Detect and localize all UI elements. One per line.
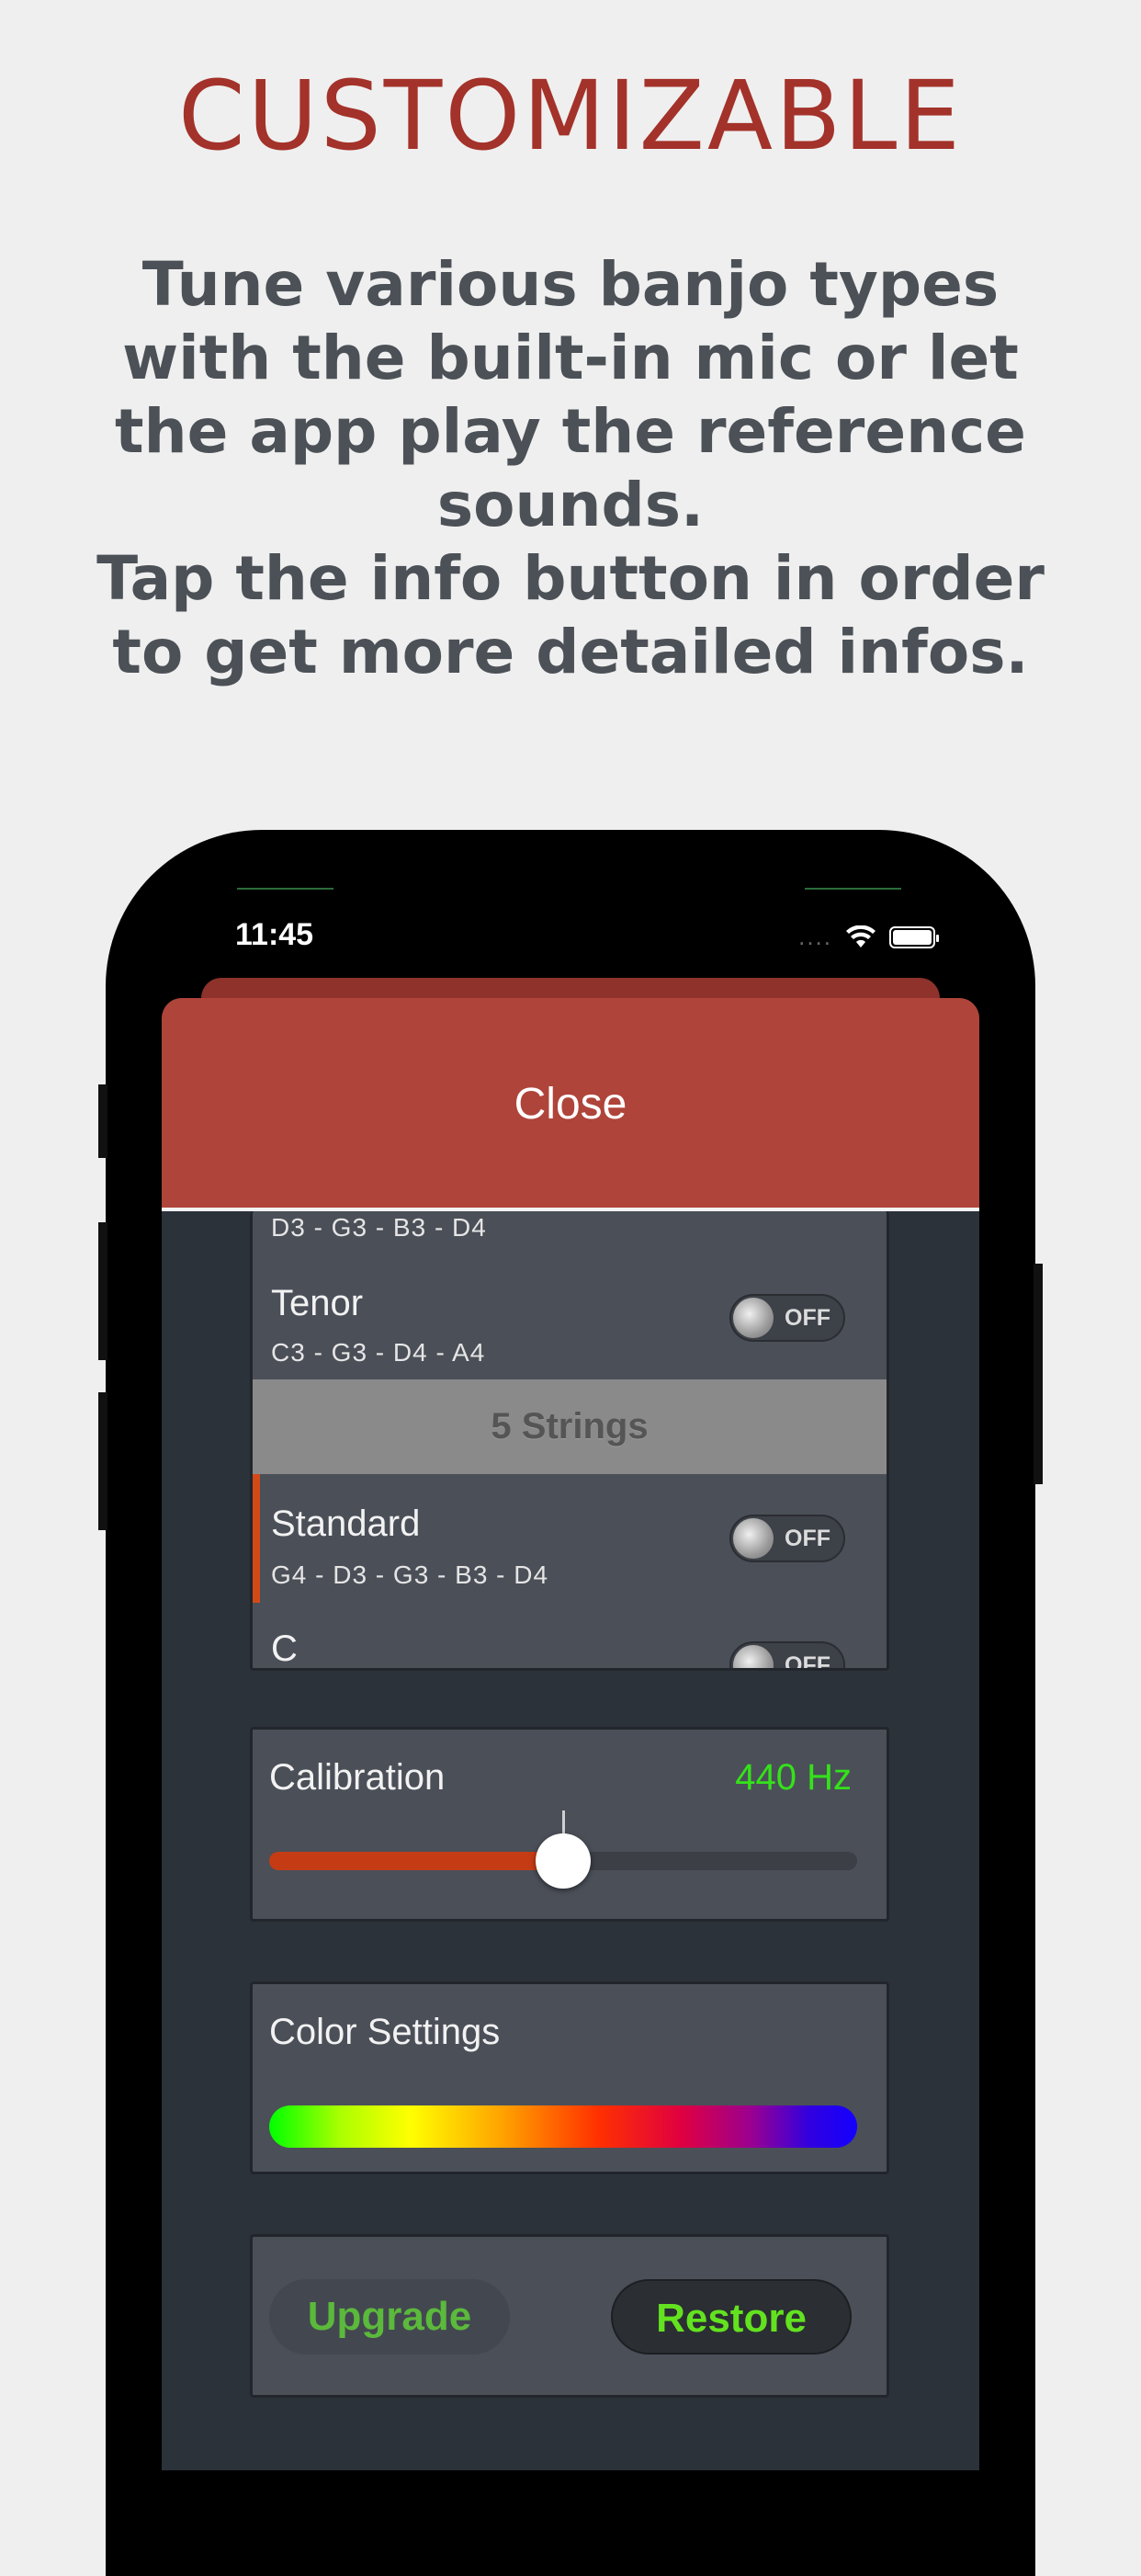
camera-line-right — [805, 888, 901, 890]
phone-screen: 11:45 .... D3 - G3 - B3 - D4 Tenor C3 - … — [162, 882, 979, 2470]
calibration-slider-fill — [269, 1852, 563, 1870]
tuning-name: C — [271, 1628, 298, 1669]
signal-dots: .... — [798, 923, 832, 950]
toggle-knob — [733, 1645, 774, 1668]
wifi-icon — [846, 925, 876, 948]
list-item-c[interactable]: C OFF — [253, 1603, 887, 1671]
status-time: 11:45 — [235, 917, 314, 952]
phone-volume-up — [98, 1222, 107, 1360]
feature-description: Tune various banjo types with the built-… — [96, 249, 1045, 687]
list-item[interactable]: D3 - G3 - B3 - D4 — [253, 1211, 887, 1248]
tenor-toggle[interactable]: OFF — [729, 1294, 845, 1342]
battery-icon — [889, 925, 939, 948]
color-gradient-bar[interactable] — [269, 2105, 857, 2148]
close-button[interactable]: Close — [162, 1079, 979, 1129]
calibration-panel: Calibration 440 Hz — [250, 1727, 889, 1922]
tuning-notes: C3 - G3 - D4 - A4 — [271, 1338, 486, 1367]
color-settings-title: Color Settings — [269, 2012, 501, 2052]
list-item-tenor[interactable]: Tenor C3 - G3 - D4 - A4 OFF — [253, 1248, 887, 1379]
calibration-title: Calibration — [269, 1757, 446, 1798]
section-header: 5 Strings — [253, 1379, 887, 1474]
color-settings-panel: Color Settings — [250, 1981, 889, 2174]
tuning-name: Tenor — [271, 1283, 364, 1323]
section-header-label: 5 Strings — [491, 1406, 649, 1447]
tuning-list[interactable]: D3 - G3 - B3 - D4 Tenor C3 - G3 - D4 - A… — [250, 1211, 889, 1671]
sheet-header: Close — [162, 998, 979, 1211]
calibration-slider-thumb[interactable] — [536, 1833, 591, 1889]
toggle-knob — [733, 1298, 774, 1338]
tuning-name: Standard — [271, 1504, 421, 1544]
settings-sheet: D3 - G3 - B3 - D4 Tenor C3 - G3 - D4 - A… — [162, 998, 979, 2470]
toggle-label: OFF — [785, 1305, 830, 1331]
c-toggle[interactable]: OFF — [729, 1641, 845, 1671]
calibration-value: 440 Hz — [735, 1757, 852, 1798]
purchase-panel: Upgrade Restore — [250, 2234, 889, 2398]
toggle-label: OFF — [785, 1526, 830, 1551]
toggle-knob — [733, 1518, 774, 1559]
phone-volume-down — [98, 1392, 107, 1530]
tuning-notes: G4 - D3 - G3 - B3 - D4 — [271, 1560, 549, 1589]
headline: CUSTOMIZABLE — [178, 60, 963, 172]
status-icons: .... — [798, 923, 939, 951]
tuning-notes: D3 - G3 - B3 - D4 — [271, 1213, 487, 1242]
standard-toggle[interactable]: OFF — [729, 1515, 845, 1562]
phone-mute-switch — [98, 1084, 107, 1158]
restore-button[interactable]: Restore — [611, 2279, 852, 2355]
toggle-label: OFF — [785, 1652, 830, 1671]
list-item-standard[interactable]: Standard G4 - D3 - G3 - B3 - D4 OFF — [253, 1474, 887, 1603]
upgrade-button[interactable]: Upgrade — [269, 2279, 510, 2355]
camera-line-left — [237, 888, 333, 890]
phone-power-button — [1034, 1264, 1043, 1484]
